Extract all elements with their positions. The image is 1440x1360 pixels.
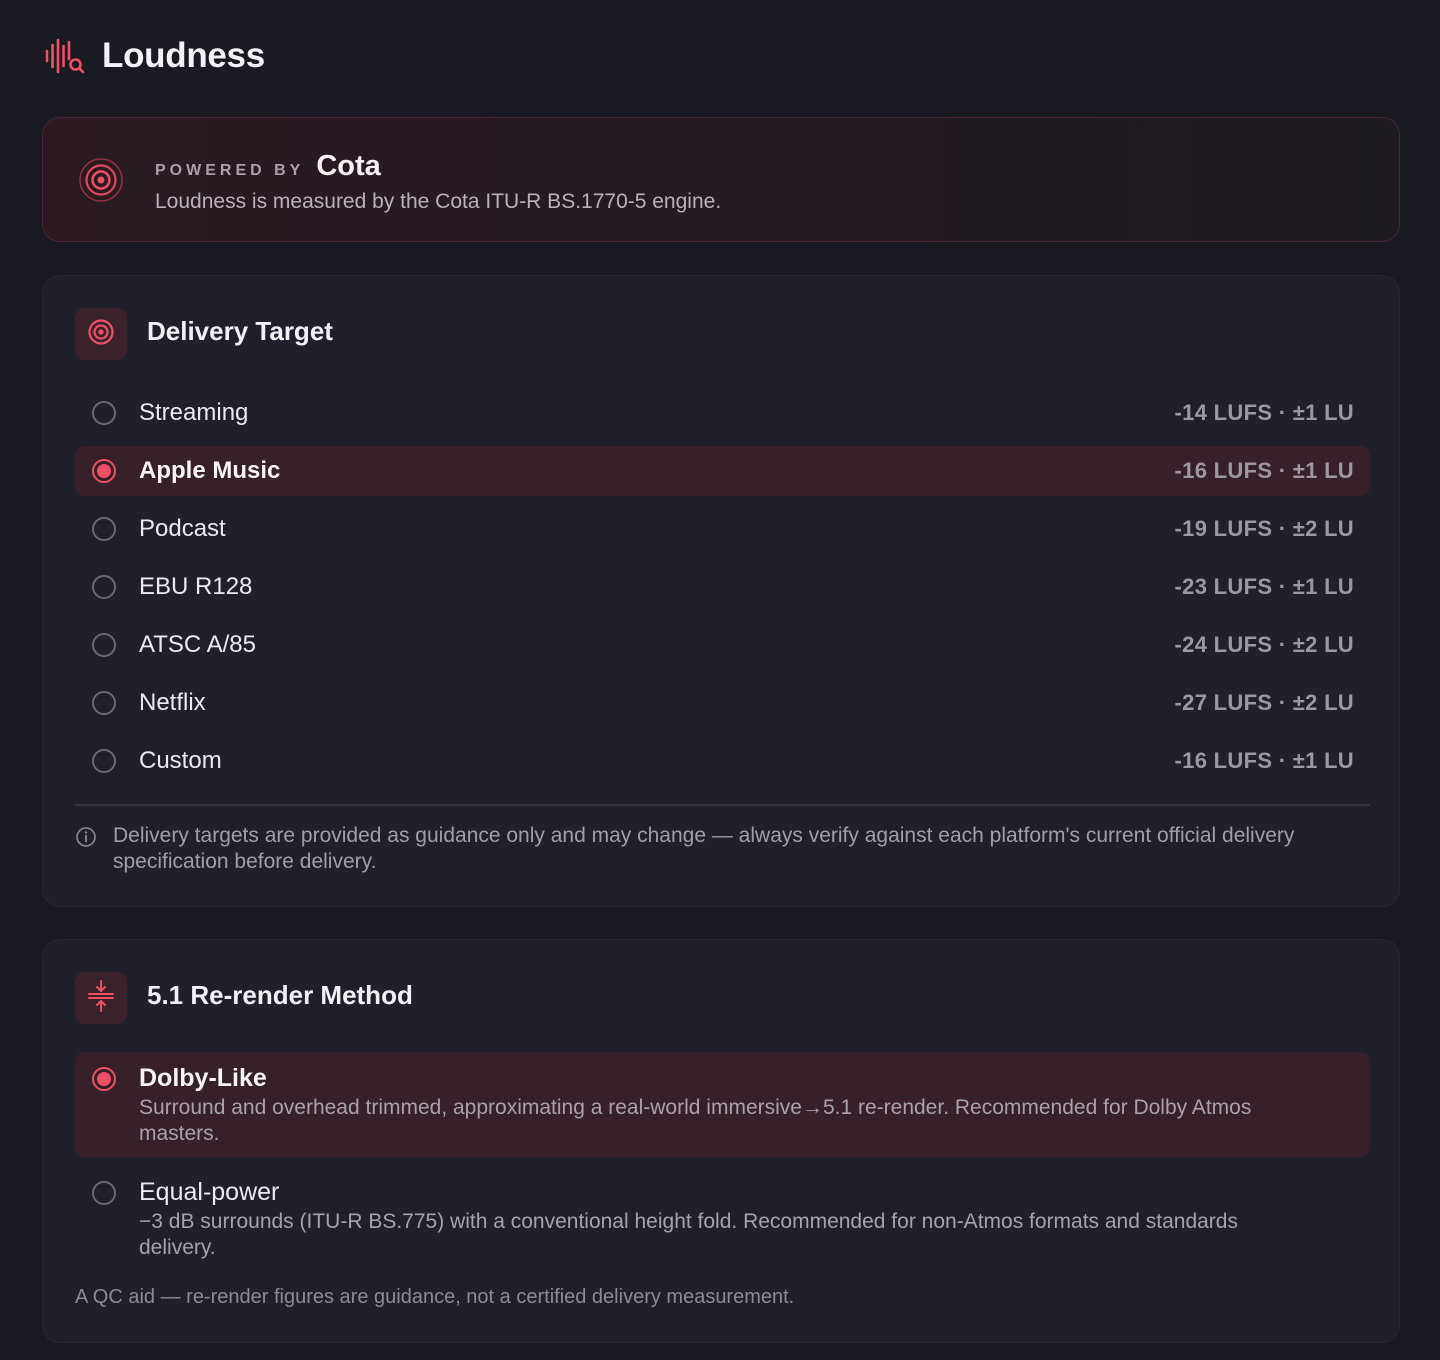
delivery-option-apple-music[interactable]: Apple Music -16 LUFS · ±1 LU (75, 446, 1370, 496)
page-header: Loudness (44, 34, 265, 78)
option-target-value: -23 LUFS · ±1 LU (1174, 574, 1354, 599)
option-target-value: -27 LUFS · ±2 LU (1174, 690, 1354, 715)
delivery-option-ebu-r128[interactable]: EBU R128 -23 LUFS · ±1 LU (75, 562, 1370, 612)
option-label: Apple Music (139, 457, 281, 484)
delivery-guidance-note: Delivery targets are provided as guidanc… (75, 823, 1335, 875)
info-icon (75, 826, 97, 853)
radio-button[interactable] (92, 749, 116, 773)
rerender-icon-badge (75, 972, 127, 1024)
option-description: Surround and overhead trimmed, approxima… (139, 1096, 1252, 1145)
loudness-page: Loudness POWERED BY Cota Loudness is mea… (0, 0, 1440, 1360)
powered-by-banner: POWERED BY Cota Loudness is measured by … (42, 117, 1400, 242)
option-label: Streaming (139, 399, 249, 426)
radio-button[interactable] (92, 633, 116, 657)
option-target-value: -16 LUFS · ±1 LU (1174, 458, 1354, 483)
waveform-search-icon (44, 37, 86, 75)
radio-button[interactable] (92, 1181, 116, 1205)
delivery-option-netflix[interactable]: Netflix -27 LUFS · ±2 LU (75, 678, 1370, 728)
engine-description: Loudness is measured by the Cota ITU-R B… (155, 190, 722, 213)
option-target-value: -14 LUFS · ±1 LU (1174, 400, 1354, 425)
option-description: −3 dB surrounds (ITU-R BS.775) with a co… (139, 1210, 1238, 1259)
radio-button-selected[interactable] (92, 1067, 116, 1091)
option-label: Custom (139, 747, 222, 774)
option-target-value: -19 LUFS · ±2 LU (1174, 516, 1354, 541)
brand-name: Cota (316, 150, 381, 182)
option-label: ATSC A/85 (139, 631, 256, 658)
note-text: Delivery targets are provided as guidanc… (113, 824, 1295, 873)
qc-footnote: A QC aid — re-render figures are guidanc… (75, 1286, 795, 1308)
rerender-option-dolby-like[interactable]: Dolby-Like Surround and overhead trimmed… (75, 1052, 1370, 1157)
section-title: Delivery Target (147, 316, 333, 346)
delivery-target-icon-badge (75, 308, 127, 360)
radio-button[interactable] (92, 401, 116, 425)
delivery-option-atsc-a85[interactable]: ATSC A/85 -24 LUFS · ±2 LU (75, 620, 1370, 670)
divider (75, 804, 1370, 806)
target-icon (77, 156, 125, 204)
target-icon (87, 318, 115, 351)
option-label: Podcast (139, 515, 226, 542)
delivery-option-podcast[interactable]: Podcast -19 LUFS · ±2 LU (75, 504, 1370, 554)
delivery-option-streaming[interactable]: Streaming -14 LUFS · ±1 LU (75, 388, 1370, 438)
radio-button[interactable] (92, 691, 116, 715)
option-label: Equal-power (139, 1178, 280, 1206)
radio-button[interactable] (92, 575, 116, 599)
delivery-target-card: Delivery Target Streaming -14 LUFS · ±1 … (42, 275, 1400, 907)
powered-by-label: POWERED BY (155, 162, 305, 179)
delivery-option-custom[interactable]: Custom -16 LUFS · ±1 LU (75, 736, 1370, 786)
radio-button-selected[interactable] (92, 459, 116, 483)
rerender-method-card: 5.1 Re-render Method Dolby-Like Surround… (42, 939, 1400, 1343)
option-target-value: -24 LUFS · ±2 LU (1174, 632, 1354, 657)
powered-by-line: POWERED BY Cota (155, 150, 381, 183)
option-label: Netflix (139, 689, 206, 716)
compress-vertical-icon (86, 979, 116, 1018)
option-label: Dolby-Like (139, 1064, 267, 1092)
section-title: 5.1 Re-render Method (147, 980, 413, 1010)
rerender-option-equal-power[interactable]: Equal-power −3 dB surrounds (ITU-R BS.77… (75, 1166, 1370, 1271)
page-title: Loudness (102, 36, 265, 75)
option-target-value: -16 LUFS · ±1 LU (1174, 748, 1354, 773)
radio-button[interactable] (92, 517, 116, 541)
option-label: EBU R128 (139, 573, 253, 600)
